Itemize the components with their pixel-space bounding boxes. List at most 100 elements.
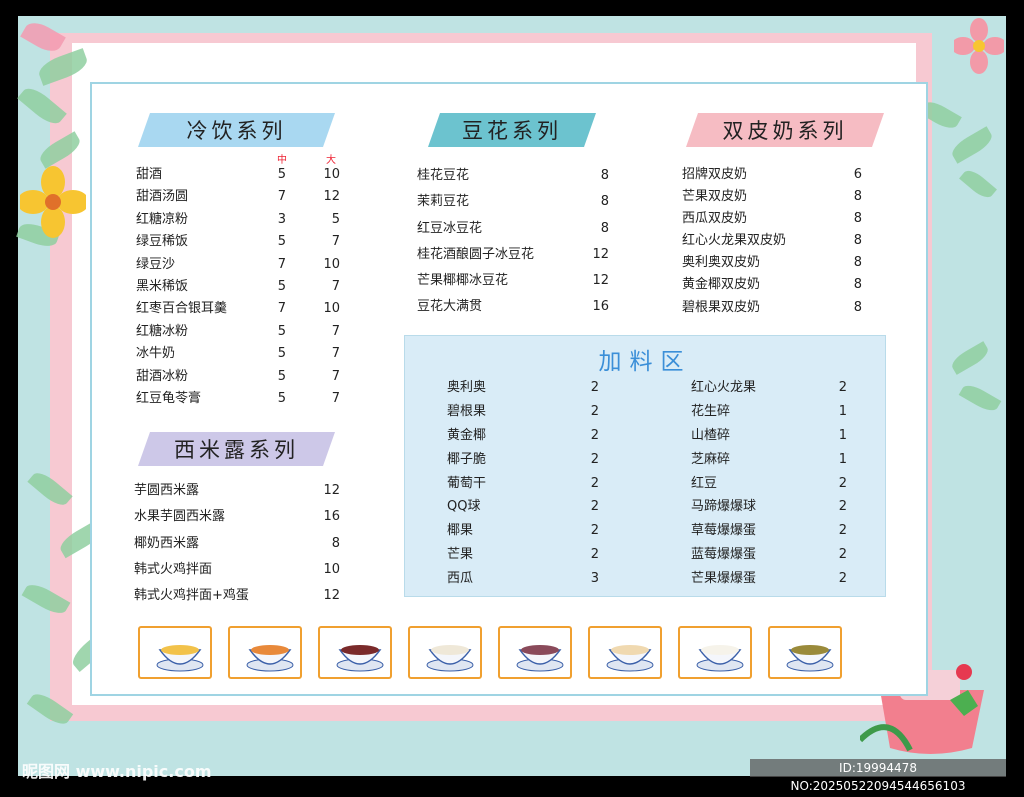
- extras-panel: 加料区 奥利奥 2 碧根果 2 黄金椰 2 椰子脆 2 葡萄干 2 QQ球 2 椰果 2 芒果 2 西瓜 3 红心…: [404, 335, 886, 597]
- menu-row: 红心火龙果双皮奶 8: [682, 230, 864, 252]
- item-name: 红糖凉粉: [136, 211, 189, 227]
- item-price: 2: [590, 499, 599, 515]
- dessert-bowl-icon: [336, 645, 384, 672]
- menu-row: 西瓜 3: [447, 567, 603, 591]
- item-price: 5: [277, 323, 286, 339]
- menu-row: 碧根果 2: [447, 400, 603, 424]
- item-name: 水果芋圆西米露: [134, 509, 226, 525]
- item-name: 西瓜双皮奶: [682, 211, 748, 227]
- cold-drinks-list: 甜酒 5 10 甜酒汤圆 7 12 红糖凉粉 3 5 绿豆稀饭 5 7 绿豆沙 7 10 黑米稀饭 5 7 红枣百合…: [136, 164, 346, 410]
- item-name: 芋圆西米露: [134, 483, 200, 498]
- item-price: 1: [838, 427, 847, 443]
- item-name: 椰子脆: [447, 451, 487, 467]
- item-name: 草莓爆爆蛋: [691, 523, 757, 539]
- menu-row: 奥利奥 2: [447, 376, 603, 400]
- item-price: 2: [590, 403, 599, 419]
- item-price: 2: [590, 451, 599, 467]
- right-leaf-decoration: [940, 340, 1006, 460]
- item-name: 甜酒: [136, 167, 163, 182]
- menu-row: 椰果 2: [447, 519, 603, 543]
- item-price: 10: [323, 256, 340, 272]
- menu-row: 红豆龟苓膏 5 7: [136, 388, 346, 410]
- menu-row: 椰奶西米露 8: [134, 531, 346, 557]
- item-name: 茉莉豆花: [417, 194, 470, 210]
- item-price: 2: [838, 475, 847, 491]
- image-id-watermark: ID:19994478 NO:20250522094544656103: [750, 759, 1006, 793]
- item-price: 2: [838, 523, 847, 539]
- double-milk-title: 双皮奶系列: [722, 119, 848, 143]
- item-name: 甜酒冰粉: [136, 368, 189, 384]
- item-price: 10: [323, 301, 340, 317]
- item-name: 山楂碎: [691, 427, 731, 443]
- menu-row: 甜酒冰粉 5 7: [136, 366, 346, 388]
- item-price: 12: [323, 483, 340, 498]
- menu-row: 招牌双皮奶 6: [682, 164, 864, 186]
- item-price: 7: [277, 301, 286, 317]
- item-price: 2: [838, 499, 847, 515]
- cold-drinks-title: 冷饮系列: [186, 119, 287, 143]
- item-name: 马蹄爆爆球: [691, 499, 757, 515]
- double-milk-list: 招牌双皮奶 6 芒果双皮奶 8 西瓜双皮奶 8 红心火龙果双皮奶 8 奥利奥双皮奶 8 黄金椰双皮奶…: [682, 164, 864, 319]
- item-price: 5: [277, 167, 286, 182]
- menu-row: 西瓜双皮奶 8: [682, 208, 864, 230]
- menu-row: 马蹄爆爆球 2: [691, 495, 851, 519]
- extras-right-list: 红心火龙果 2 花生碎 1 山楂碎 1 芝麻碎 1 红豆 2 马蹄爆爆球 2 草莓爆爆蛋 2 蓝莓爆爆蛋 2 芒…: [691, 376, 851, 591]
- menu-row: 水果芋圆西米露 16: [134, 504, 346, 530]
- item-name: 西瓜: [447, 571, 474, 587]
- menu-row: 葡萄干 2: [447, 472, 603, 496]
- item-price: 7: [331, 346, 340, 362]
- item-price: 2: [590, 475, 599, 491]
- menu-row: 芒果椰椰冰豆花 12: [417, 268, 613, 294]
- item-name: 奥利奥双皮奶: [682, 255, 761, 271]
- item-name: 冰牛奶: [136, 346, 176, 362]
- dessert-bowl-icon: [516, 645, 564, 672]
- item-name: 花生碎: [691, 403, 731, 419]
- cold-drinks-banner: 冷饮系列: [138, 113, 335, 147]
- menu-row: 绿豆沙 7 10: [136, 254, 346, 276]
- item-name: 甜酒汤圆: [136, 189, 189, 205]
- menu-row: 红枣百合银耳羹 7 10: [136, 298, 346, 320]
- menu-row: 桂花豆花 8: [417, 163, 613, 189]
- item-name: 绿豆沙: [136, 256, 176, 272]
- item-name: 黄金椰双皮奶: [682, 277, 761, 293]
- item-price: 5: [277, 234, 286, 250]
- menu-row: 冰牛奶 5 7: [136, 343, 346, 365]
- item-price: 12: [592, 246, 609, 262]
- menu-row: 黑米稀饭 5 7: [136, 276, 346, 298]
- item-price: 8: [600, 220, 609, 236]
- item-price: 1: [838, 451, 847, 467]
- menu-row: QQ球 2: [447, 495, 603, 519]
- item-name: 红糖冰粉: [136, 323, 189, 339]
- item-price: 16: [323, 509, 340, 525]
- menu-row: 红心火龙果 2: [691, 376, 851, 400]
- item-price: 7: [331, 278, 340, 294]
- item-price: 5: [277, 278, 286, 294]
- item-price: 2: [590, 380, 599, 395]
- menu-row: 芋圆西米露 12: [134, 478, 346, 504]
- item-price: 5: [331, 211, 340, 227]
- item-price: 8: [853, 211, 862, 227]
- item-name: 黄金椰: [447, 427, 487, 443]
- dessert-bowl-icon: [246, 645, 294, 672]
- item-price: 7: [331, 368, 340, 384]
- item-name: 碧根果双皮奶: [682, 299, 761, 315]
- item-price: 3: [590, 571, 599, 587]
- item-name: QQ球: [447, 499, 481, 515]
- item-name: 黑米稀饭: [136, 278, 189, 294]
- item-price: 8: [331, 535, 340, 551]
- item-name: 桂花酒酿圆子冰豆花: [417, 246, 535, 262]
- site-watermark: 昵图网 www.nipic.com: [22, 762, 212, 781]
- item-name: 奥利奥: [447, 380, 487, 395]
- menu-row: 芒果爆爆蛋 2: [691, 567, 851, 591]
- item-price: 12: [592, 273, 609, 289]
- double-milk-banner: 双皮奶系列: [686, 113, 884, 147]
- item-price: 8: [853, 189, 862, 205]
- sago-banner: 西米露系列: [138, 432, 335, 466]
- dessert-bowl-icon: [156, 645, 204, 672]
- item-name: 红豆冰豆花: [417, 220, 483, 236]
- menu-row: 甜酒 5 10: [136, 164, 346, 186]
- tofu-pudding-banner: 豆花系列: [428, 113, 596, 147]
- item-price: 7: [277, 256, 286, 272]
- item-price: 12: [323, 189, 340, 205]
- menu-row: 花生碎 1: [691, 400, 851, 424]
